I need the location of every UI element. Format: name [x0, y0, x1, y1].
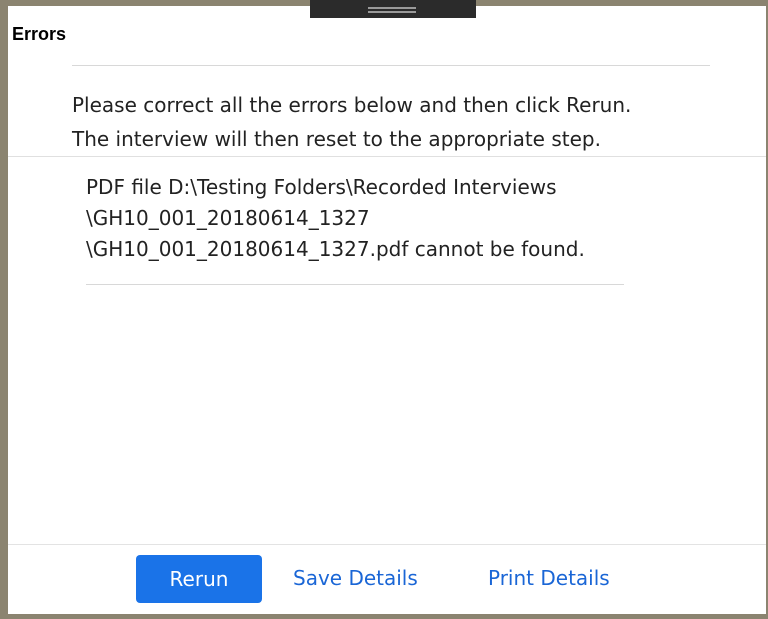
error-text-line: \GH10_001_20180614_1327 — [86, 206, 370, 230]
print-details-button[interactable]: Print Details — [488, 566, 610, 590]
instruction-line-2: The interview will then reset to the app… — [72, 127, 601, 151]
drag-handle-icon — [368, 7, 416, 9]
error-text-line: PDF file D:\Testing Folders\Recorded Int… — [86, 175, 557, 199]
instruction-message: Please correct all the errors below and … — [72, 88, 732, 156]
footer-divider — [8, 544, 766, 545]
errors-dialog: Errors Please correct all the errors bel… — [0, 0, 768, 619]
window-frame-left — [0, 0, 8, 619]
instruction-line-1: Please correct all the errors below and … — [72, 93, 632, 117]
error-list: PDF file D:\Testing Folders\Recorded Int… — [86, 172, 686, 265]
save-details-button[interactable]: Save Details — [293, 566, 418, 590]
error-item: PDF file D:\Testing Folders\Recorded Int… — [86, 172, 686, 265]
divider — [8, 156, 766, 157]
error-text-line: \GH10_001_20180614_1327.pdf cannot be fo… — [86, 237, 585, 261]
divider — [72, 65, 710, 66]
window-frame-bottom — [0, 614, 768, 619]
drag-handle[interactable] — [310, 0, 476, 18]
drag-handle-icon — [368, 11, 416, 13]
divider — [86, 284, 624, 285]
dialog-title: Errors — [12, 24, 67, 44]
rerun-button[interactable]: Rerun — [136, 555, 262, 603]
